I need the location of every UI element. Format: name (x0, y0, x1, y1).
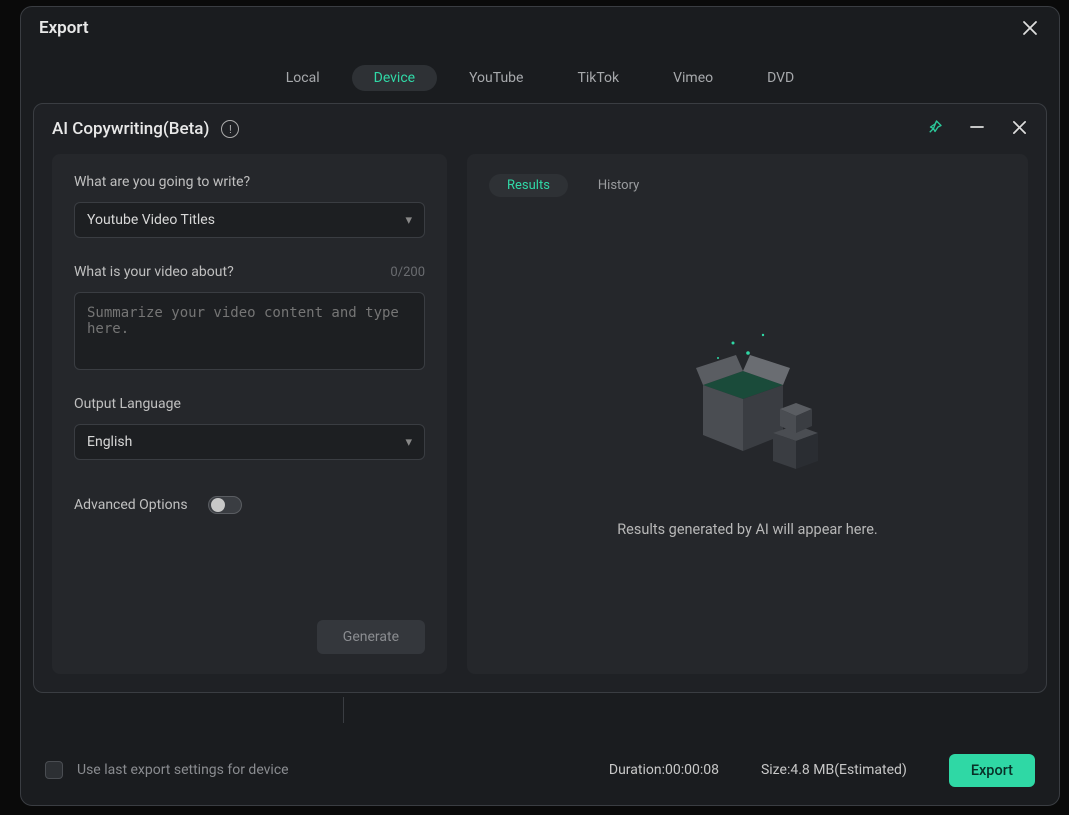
empty-box-icon (668, 323, 828, 493)
output-lang-label: Output Language (74, 396, 425, 412)
tab-device[interactable]: Device (352, 65, 437, 91)
about-counter: 0/200 (390, 265, 425, 280)
export-tabs: Local Device YouTube TikTok Vimeo DVD (21, 47, 1059, 103)
footer-divider (33, 697, 1047, 723)
export-modal-header: Export (21, 7, 1059, 47)
about-label: What is your video about? (74, 264, 234, 280)
results-tab[interactable]: Results (489, 174, 568, 197)
output-lang-value: English (87, 434, 132, 450)
advanced-options-label: Advanced Options (74, 497, 188, 513)
minimize-icon[interactable] (968, 119, 986, 139)
advanced-options-toggle[interactable] (208, 496, 242, 514)
use-last-settings-checkbox[interactable] (45, 761, 63, 779)
results-empty-text: Results generated by AI will appear here… (617, 521, 878, 538)
size-info: Size:4.8 MB(Estimated) (761, 762, 907, 778)
pin-icon[interactable] (926, 118, 944, 140)
write-prompt-label: What are you going to write? (74, 174, 425, 190)
history-tab[interactable]: History (598, 174, 639, 197)
use-last-settings-label[interactable]: Use last export settings for device (77, 762, 289, 778)
export-modal: Export Local Device YouTube TikTok Vimeo… (20, 6, 1060, 806)
output-lang-select[interactable]: English ▾ (74, 424, 425, 460)
tab-youtube[interactable]: YouTube (447, 65, 545, 91)
ai-panel-title: AI Copywriting(Beta) (52, 119, 209, 139)
export-footer: Use last export settings for device Dura… (21, 735, 1059, 805)
export-button[interactable]: Export (949, 754, 1035, 787)
chevron-down-icon: ▾ (405, 213, 412, 228)
duration-info: Duration:00:00:08 (609, 762, 719, 778)
tab-tiktok[interactable]: TikTok (555, 65, 641, 91)
tab-vimeo[interactable]: Vimeo (651, 65, 735, 91)
ai-panel-body: What are you going to write? Youtube Vid… (34, 154, 1046, 692)
ai-copywriting-panel: AI Copywriting(Beta) ! What are you goin… (33, 103, 1047, 693)
close-icon[interactable] (1019, 17, 1041, 39)
generate-button[interactable]: Generate (317, 620, 425, 654)
tab-dvd[interactable]: DVD (745, 65, 816, 91)
panel-close-icon[interactable] (1010, 120, 1028, 139)
info-icon[interactable]: ! (221, 120, 239, 138)
ai-results-column: Results History (467, 154, 1028, 674)
results-empty-state: Results generated by AI will appear here… (489, 207, 1006, 654)
write-type-select[interactable]: Youtube Video Titles ▾ (74, 202, 425, 238)
ai-panel-header: AI Copywriting(Beta) ! (34, 104, 1046, 154)
ai-form-column: What are you going to write? Youtube Vid… (52, 154, 447, 674)
export-title: Export (39, 18, 89, 38)
about-textarea[interactable] (74, 292, 425, 370)
chevron-down-icon: ▾ (405, 435, 412, 450)
tab-local[interactable]: Local (264, 65, 342, 91)
write-type-value: Youtube Video Titles (87, 212, 215, 228)
